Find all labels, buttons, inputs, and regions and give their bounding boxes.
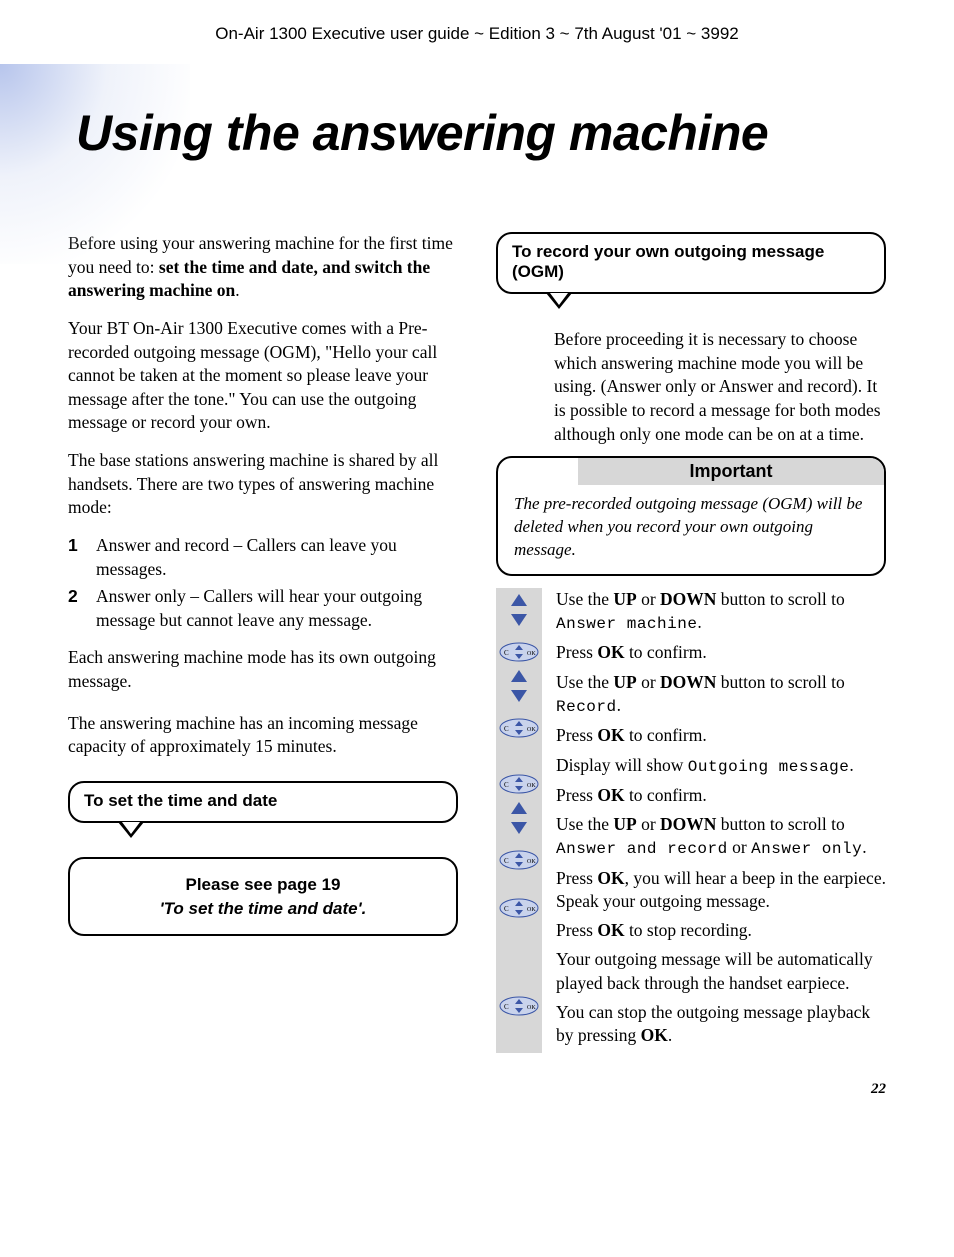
right-column: To record your own outgoing message (OGM… xyxy=(496,232,886,1053)
see-page-note: Please see page 19 'To set the time and … xyxy=(68,857,458,937)
list-item: 2Answer only – Callers will hear your ou… xyxy=(68,585,458,632)
callout-pointer-icon xyxy=(118,822,144,838)
set-time-callout: To set the time and date xyxy=(68,781,458,823)
step-6: Press OK to confirm. xyxy=(556,784,886,807)
header-line: On-Air 1300 Executive user guide ~ Editi… xyxy=(68,24,886,44)
page-title: Using the answering machine xyxy=(76,104,886,162)
nav-ok-key-icon: C OK xyxy=(499,898,539,918)
page-number: 22 xyxy=(68,1081,886,1098)
left-column: Before using your answering machine for … xyxy=(68,232,458,1053)
columns: Before using your answering machine for … xyxy=(68,232,886,1053)
intro-paragraph-3: The base stations answering machine is s… xyxy=(68,449,458,520)
up-down-arrows-icon xyxy=(509,670,529,702)
step-11: You can stop the outgoing message playba… xyxy=(556,1001,886,1048)
step-2: Press OK to confirm. xyxy=(556,641,886,664)
important-box: Important The pre-recorded outgoing mess… xyxy=(496,456,886,576)
icon-rail: C OK C OK C OK C OK C OK C OK xyxy=(496,588,542,1054)
mode-list: 1Answer and record – Callers can leave y… xyxy=(68,534,458,633)
up-down-arrows-icon xyxy=(509,802,529,834)
svg-text:C: C xyxy=(504,1003,509,1011)
up-down-arrows-icon xyxy=(509,594,529,626)
svg-text:OK: OK xyxy=(527,859,536,865)
intro-paragraph-1: Before using your answering machine for … xyxy=(68,232,458,303)
step-9: Press OK to stop recording. xyxy=(556,919,886,942)
svg-text:OK: OK xyxy=(527,727,536,733)
svg-text:C: C xyxy=(504,649,509,657)
nav-ok-key-icon: C OK xyxy=(499,850,539,870)
nav-ok-key-icon: C OK xyxy=(499,718,539,738)
svg-text:C: C xyxy=(504,905,509,913)
steps-block: C OK C OK C OK C OK C OK C OK Use the UP or DO… xyxy=(496,588,886,1054)
svg-text:OK: OK xyxy=(527,1005,536,1011)
important-title: Important xyxy=(578,458,884,485)
intro-paragraph-4: Each answering machine mode has its own … xyxy=(68,646,458,693)
record-ogm-callout: To record your own outgoing message (OGM… xyxy=(496,232,886,294)
important-body: The pre-recorded outgoing message (OGM) … xyxy=(512,493,870,564)
step-1: Use the UP or DOWN button to scroll to A… xyxy=(556,588,886,636)
nav-ok-key-icon: C OK xyxy=(499,774,539,794)
callout-pointer-icon xyxy=(546,293,572,309)
step-5: Display will show Outgoing message. xyxy=(556,754,886,778)
step-7: Use the UP or DOWN button to scroll to A… xyxy=(556,813,886,861)
nav-ok-key-icon: C OK xyxy=(499,642,539,662)
step-4: Press OK to confirm. xyxy=(556,724,886,747)
svg-text:OK: OK xyxy=(527,651,536,657)
intro-paragraph-2: Your BT On-Air 1300 Executive comes with… xyxy=(68,317,458,435)
step-8: Press OK, you will hear a beep in the ea… xyxy=(556,867,886,914)
ogm-intro: Before proceeding it is necessary to cho… xyxy=(496,328,886,446)
step-10: Your outgoing message will be automatica… xyxy=(556,948,886,995)
svg-text:C: C xyxy=(504,725,509,733)
svg-text:OK: OK xyxy=(527,907,536,913)
svg-text:C: C xyxy=(504,781,509,789)
nav-ok-key-icon: C OK xyxy=(499,996,539,1016)
intro-paragraph-5: The answering machine has an incoming me… xyxy=(68,712,458,759)
list-item: 1Answer and record – Callers can leave y… xyxy=(68,534,458,581)
step-3: Use the UP or DOWN button to scroll to R… xyxy=(556,671,886,719)
svg-text:OK: OK xyxy=(527,783,536,789)
page: On-Air 1300 Executive user guide ~ Editi… xyxy=(0,0,954,1128)
title-block: Using the answering machine xyxy=(68,104,886,162)
step-texts: Use the UP or DOWN button to scroll to A… xyxy=(542,588,886,1054)
svg-text:C: C xyxy=(504,857,509,865)
